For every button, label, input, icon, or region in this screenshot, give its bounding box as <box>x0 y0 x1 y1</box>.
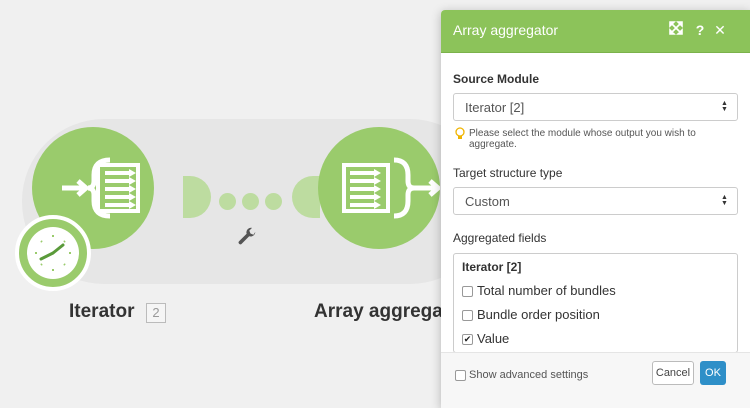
source-module-select[interactable]: Iterator [2] ▲▼ <box>453 93 738 121</box>
panel-title: Array aggregator <box>453 22 559 38</box>
checkbox-checked[interactable]: ✔ <box>462 334 473 345</box>
panel-footer: Show advanced settings Cancel OK <box>441 352 750 408</box>
select-caret-icon: ▲▼ <box>721 194 728 206</box>
source-module-label: Source Module <box>453 72 540 86</box>
expand-icon[interactable] <box>668 21 684 39</box>
target-structure-select[interactable]: Custom ▲▼ <box>453 187 738 215</box>
checkbox[interactable] <box>462 310 473 321</box>
checkbox[interactable] <box>462 286 473 297</box>
field-label: Total number of bundles <box>477 283 616 298</box>
help-icon[interactable]: ? <box>692 21 708 39</box>
checkbox[interactable] <box>455 370 466 381</box>
lightbulb-icon <box>455 127 465 139</box>
field-label: Bundle order position <box>477 307 600 322</box>
connector-dot[interactable] <box>219 193 236 210</box>
target-structure-label: Target structure type <box>453 166 563 180</box>
target-structure-value: Custom <box>465 194 510 209</box>
select-caret-icon: ▲▼ <box>721 100 728 112</box>
advanced-settings-label: Show advanced settings <box>469 369 589 381</box>
clock-icon[interactable] <box>15 215 91 291</box>
aggregated-fields-box: Iterator [2] Total number of bundles Bun… <box>453 253 738 353</box>
module-settings-panel: Array aggregator ? ✕ Source Module Itera… <box>441 10 750 408</box>
wrench-icon[interactable] <box>236 226 258 248</box>
source-module-value: Iterator [2] <box>465 100 525 115</box>
field-bundle-order[interactable]: Bundle order position <box>462 303 729 327</box>
field-value[interactable]: ✔ Value <box>462 327 729 351</box>
cancel-button[interactable]: Cancel <box>652 361 694 385</box>
advanced-settings-toggle[interactable]: Show advanced settings <box>455 369 588 381</box>
panel-body: Source Module Iterator [2] ▲▼ Please sel… <box>441 53 750 353</box>
connector-dot[interactable] <box>242 193 259 210</box>
array-aggregator-label[interactable]: Array aggregator <box>314 301 441 323</box>
aggregated-group-title: Iterator [2] <box>462 260 522 274</box>
panel-header: Array aggregator ? ✕ <box>441 10 750 53</box>
iterator-label[interactable]: Iterator <box>69 301 134 323</box>
field-label: Value <box>477 331 510 346</box>
connector-dot[interactable] <box>265 193 282 210</box>
source-module-hint: Please select the module whose output yo… <box>453 127 738 150</box>
module-id-badge: 2 <box>146 303 166 323</box>
aggregated-fields-label: Aggregated fields <box>453 231 547 245</box>
aggregator-icon <box>342 157 442 219</box>
ok-button[interactable]: OK <box>700 361 726 385</box>
array-aggregator-module[interactable] <box>318 127 442 249</box>
field-total-bundles[interactable]: Total number of bundles <box>462 279 729 303</box>
hint-text: Please select the module whose output yo… <box>469 128 696 150</box>
close-icon[interactable]: ✕ <box>712 21 728 39</box>
